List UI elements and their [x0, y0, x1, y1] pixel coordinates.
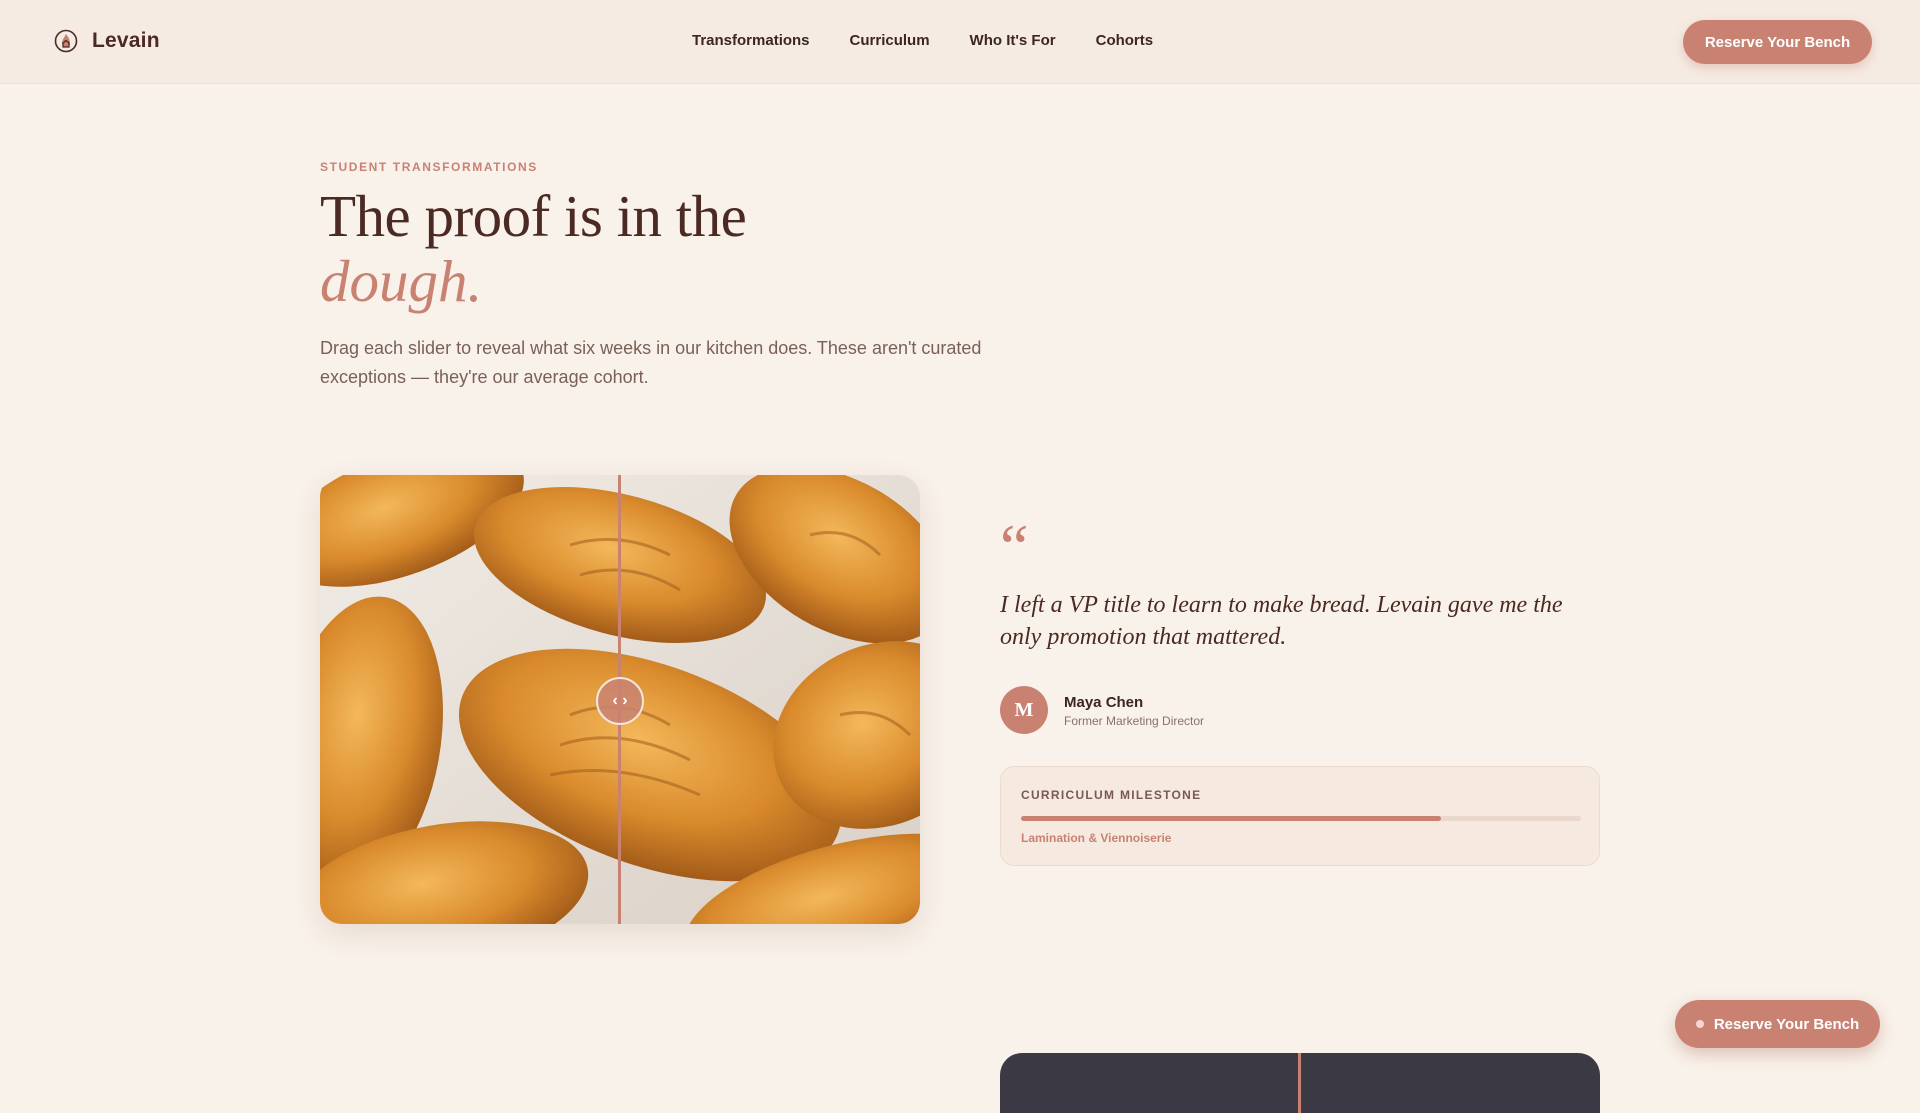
page-title: The proof is in the — [320, 183, 747, 249]
milestone-title: CURRICULUM MILESTONE — [1021, 788, 1202, 802]
milestone-label: Lamination & Viennoiserie — [1021, 831, 1172, 845]
drag-arrows-icon: ‹ › — [612, 692, 628, 709]
brand-logo[interactable]: Levain — [54, 29, 160, 53]
floating-reserve-bench-button[interactable]: Reserve Your Bench — [1675, 1000, 1880, 1048]
milestone-progress-bar — [1021, 816, 1581, 821]
brand-name: Levain — [92, 29, 160, 52]
avatar: M — [1000, 686, 1048, 734]
author-name: Maya Chen — [1064, 694, 1144, 711]
top-navigation-bar: Levain Transformations Curriculum Who It… — [0, 0, 1920, 84]
floating-cta-label: Reserve Your Bench — [1713, 1015, 1860, 1033]
main-nav: Transformations Curriculum Who It's For … — [692, 32, 1153, 49]
curriculum-milestone-card: CURRICULUM MILESTONE Lamination & Vienno… — [1000, 766, 1600, 866]
page-title-accent: dough. — [320, 248, 483, 314]
hearth-flame-icon — [54, 29, 78, 53]
nav-who-its-for[interactable]: Who It's For — [970, 32, 1056, 49]
before-after-slider[interactable]: ‹ › — [320, 475, 920, 924]
nav-curriculum[interactable]: Curriculum — [850, 32, 930, 49]
reserve-bench-button[interactable]: Reserve Your Bench — [1683, 20, 1872, 64]
quote-mark-icon: “ — [1000, 511, 1029, 582]
status-dot-icon — [1695, 1020, 1704, 1028]
section-eyebrow: STUDENT TRANSFORMATIONS — [320, 160, 538, 174]
slider-divider[interactable] — [1298, 1053, 1301, 1113]
milestone-progress-fill — [1021, 816, 1441, 821]
nav-cohorts[interactable]: Cohorts — [1096, 32, 1154, 49]
author-role: Former Marketing Director — [1064, 714, 1205, 728]
next-before-after-slider[interactable] — [1000, 1053, 1600, 1113]
slider-handle[interactable]: ‹ › — [596, 677, 644, 725]
nav-transformations[interactable]: Transformations — [692, 32, 810, 49]
hero-description: Drag each slider to reveal what six week… — [320, 338, 982, 387]
testimonial-quote: I left a VP title to learn to make bread… — [1000, 592, 1563, 650]
